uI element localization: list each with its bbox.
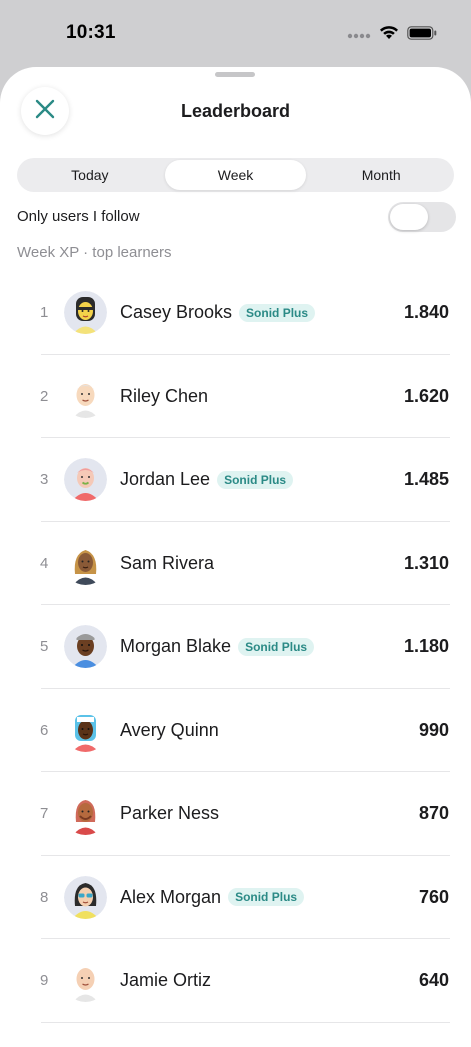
avatar <box>64 625 107 668</box>
leaderboard-row[interactable]: 9 Jamie Ortiz 640 <box>0 939 471 1023</box>
plus-badge: Sonid Plus <box>217 470 294 489</box>
avatar <box>64 458 107 501</box>
avatar <box>64 375 107 418</box>
rank-number: 5 <box>40 638 49 655</box>
status-bar: 10:31 <box>0 0 471 66</box>
page-title: Leaderboard <box>180 101 291 121</box>
xp-value: 1.180 <box>403 636 449 656</box>
avatar <box>64 291 107 334</box>
avatar <box>64 959 107 1002</box>
xp-value: 1.620 <box>403 385 449 406</box>
leaderboard-row[interactable]: 4 Sam Rivera 1.310 <box>0 522 471 605</box>
rank-number: 9 <box>40 972 49 989</box>
name-wrap: Parker Ness <box>120 772 219 855</box>
rank-number: 1 <box>40 304 49 321</box>
avatar <box>64 709 107 752</box>
leaderboard-sheet: Leaderboard Today Week Month Only users … <box>0 67 471 1047</box>
user-name: Sam Rivera <box>120 552 215 573</box>
avatar <box>64 875 107 919</box>
plus-badge: Sonid Plus <box>239 303 316 322</box>
leaderboard-list: 1 Casey Brooks Sonid Plus 1.840 2 Riley … <box>0 271 471 1023</box>
leaderboard-row[interactable]: 8 Alex Morgan Sonid Plus 760 <box>0 856 471 939</box>
name-wrap: Jordan Lee Sonid Plus <box>120 438 294 521</box>
leaderboard-row[interactable]: 7 Parker Ness 870 <box>0 772 471 856</box>
user-name: Morgan Blake <box>120 636 232 656</box>
status-icons <box>347 25 437 45</box>
sheet-grabber[interactable] <box>215 72 255 77</box>
name-wrap: Avery Quinn <box>120 689 219 772</box>
xp-value: 640 <box>418 970 449 990</box>
leaderboard-row[interactable]: 6 Avery Quinn 990 <box>0 689 471 772</box>
user-name: Parker Ness <box>120 803 220 823</box>
avatar <box>64 792 107 835</box>
plus-badge: Sonid Plus <box>238 637 315 656</box>
leaderboard-row[interactable]: 2 Riley Chen 1.620 <box>0 355 471 438</box>
status-time: 10:31 <box>66 22 116 43</box>
xp-value: 1.485 <box>403 469 449 489</box>
name-wrap: Riley Chen <box>120 355 208 438</box>
rank-number: 4 <box>40 554 49 572</box>
xp-value: 760 <box>418 886 449 907</box>
rank-number: 6 <box>40 721 49 739</box>
rank-number: 3 <box>40 471 49 488</box>
wifi-icon <box>379 25 399 45</box>
follow-filter-toggle[interactable] <box>388 202 456 232</box>
user-name: Alex Morgan <box>120 886 222 907</box>
rank-number: 7 <box>40 805 49 822</box>
leaderboard-row[interactable]: 5 Morgan Blake Sonid Plus 1.180 <box>0 605 471 689</box>
user-name: Jordan Lee <box>120 469 211 489</box>
name-wrap: Morgan Blake Sonid Plus <box>120 605 315 688</box>
name-wrap: Casey Brooks Sonid Plus <box>120 271 316 354</box>
user-name: Avery Quinn <box>120 719 219 740</box>
leaderboard-row[interactable]: 3 Jordan Lee Sonid Plus 1.485 <box>0 438 471 522</box>
row-divider <box>41 1021 450 1023</box>
battery-icon <box>407 25 437 45</box>
list-subtitle: Week XP · top learners <box>17 244 172 261</box>
leaderboard-row[interactable]: 1 Casey Brooks Sonid Plus 1.840 <box>0 271 471 355</box>
signal-dots-icon <box>347 26 371 44</box>
xp-value: 990 <box>418 719 449 740</box>
xp-value: 870 <box>418 803 449 823</box>
follow-filter-label: Only users I follow <box>17 208 140 225</box>
xp-value: 1.310 <box>403 552 449 573</box>
name-wrap: Alex Morgan Sonid Plus <box>120 856 305 939</box>
rank-number: 2 <box>40 387 49 405</box>
period-segmented-control: Today Week Month <box>17 158 454 192</box>
user-name: Jamie Ortiz <box>120 970 212 990</box>
toggle-knob <box>390 204 428 230</box>
plus-badge: Sonid Plus <box>228 888 305 906</box>
avatar <box>64 542 107 585</box>
name-wrap: Sam Rivera <box>120 522 214 605</box>
segment-today[interactable]: Today <box>19 160 161 190</box>
user-name: Riley Chen <box>120 385 209 406</box>
user-name: Casey Brooks <box>120 302 233 322</box>
rank-number: 8 <box>40 888 49 906</box>
segment-week[interactable]: Week <box>164 160 307 190</box>
xp-value: 1.840 <box>403 302 449 322</box>
segment-month[interactable]: Month <box>310 160 452 190</box>
name-wrap: Jamie Ortiz <box>120 939 211 1022</box>
